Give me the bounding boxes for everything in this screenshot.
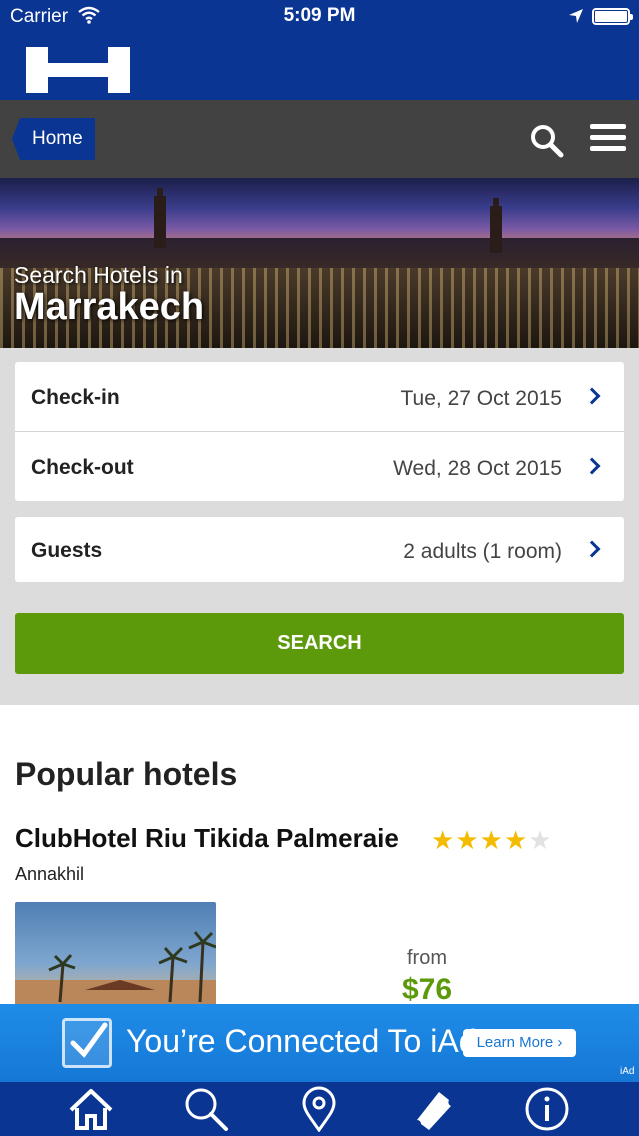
ticket-icon[interactable] (409, 1086, 457, 1132)
checkin-row[interactable]: Check-in Tue, 27 Oct 2015 (15, 362, 624, 431)
location-arrow-icon (569, 9, 583, 23)
home-back-button[interactable]: Home (12, 118, 95, 160)
menu-icon[interactable] (590, 124, 626, 156)
search-icon[interactable] (530, 124, 564, 158)
guests-label: Guests (31, 539, 103, 562)
hotel-name[interactable]: ClubHotel Riu Tikida Palmeraie (15, 823, 399, 854)
star-icon: ★ (455, 825, 480, 855)
hero-subtitle: Search Hotels in (14, 262, 183, 288)
palm-trees-image (15, 931, 216, 1005)
minaret-shape (490, 198, 502, 253)
info-icon[interactable] (523, 1086, 571, 1132)
price-from-label: from (407, 947, 447, 969)
star-icon: ★ (503, 825, 529, 855)
search-button[interactable]: SEARCH (15, 613, 624, 674)
star-rating: ★★★★★ (431, 825, 553, 856)
minaret-shape (154, 188, 166, 248)
ad-text: You’re Connected To iAd (126, 1023, 477, 1059)
checkout-value: Wed, 28 Oct 2015 (393, 457, 562, 480)
app-header (0, 34, 639, 100)
checkin-label: Check-in (31, 386, 120, 409)
guests-card: Guests 2 adults (1 room) (15, 517, 624, 582)
checkin-value: Tue, 27 Oct 2015 (400, 387, 563, 410)
learn-more-button[interactable]: Learn More › (463, 1029, 576, 1057)
ad-banner[interactable]: You’re Connected To iAd Learn More › iAd (0, 1004, 639, 1082)
battery-icon (592, 8, 633, 25)
date-card: Check-in Tue, 27 Oct 2015 Check-out Wed,… (15, 362, 624, 501)
chevron-right-icon (583, 387, 601, 405)
checkout-label: Check-out (31, 456, 134, 479)
checkout-row[interactable]: Check-out Wed, 28 Oct 2015 (15, 432, 624, 501)
location-pin-icon[interactable] (295, 1086, 343, 1132)
home-icon[interactable] (67, 1086, 115, 1132)
checkmark-icon (62, 1018, 112, 1068)
tab-bar (0, 1082, 639, 1136)
star-empty-icon: ★ (528, 825, 553, 855)
guests-row[interactable]: Guests 2 adults (1 room) (15, 517, 624, 582)
status-time: 5:09 PM (283, 5, 356, 26)
status-bar: Carrier 5:09 PM (0, 0, 639, 34)
hotel-photo[interactable] (15, 902, 216, 1005)
hero-city-title: Marrakech (14, 286, 205, 328)
ad-tag: iAd (620, 1066, 635, 1077)
guests-value: 2 adults (1 room) (403, 540, 562, 563)
hotel-price: $76 (401, 973, 453, 1006)
chevron-right-icon (583, 457, 601, 475)
star-icon: ★ (479, 825, 504, 855)
chevron-right-icon (583, 540, 601, 558)
search-icon[interactable] (182, 1086, 230, 1132)
star-icon: ★ (431, 825, 456, 855)
hotels-logo-icon (26, 47, 130, 93)
hotel-area: Annakhil (15, 864, 85, 884)
hero-banner: Search Hotels in Marrakech (0, 178, 639, 348)
popular-hotels-title: Popular hotels (15, 756, 238, 792)
